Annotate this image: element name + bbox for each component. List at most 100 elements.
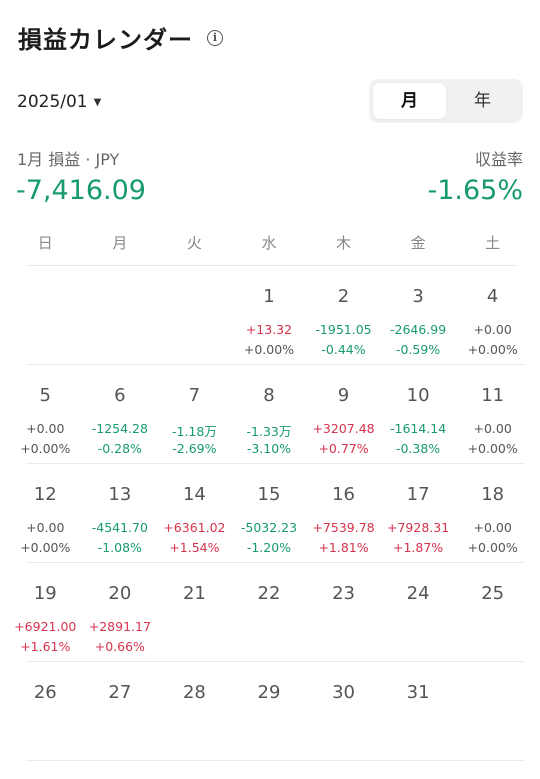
- day-pnl: -1.18万: [171, 424, 217, 439]
- calendar-day-cell[interactable]: 18 +0.00 +0.00%: [455, 464, 530, 562]
- day-pnl: +13.32: [245, 322, 293, 337]
- day-number: 13: [108, 484, 132, 505]
- calendar-day-cell[interactable]: 4 +0.00 +0.00%: [455, 266, 530, 364]
- calendar-day-cell[interactable]: 15 -5032.23 -1.20%: [232, 464, 307, 562]
- calendar-day-cell[interactable]: 25: [455, 563, 530, 661]
- calendar-day-cell[interactable]: 3 -2646.99 -0.59%: [381, 266, 456, 364]
- tab-year[interactable]: 年: [446, 83, 519, 119]
- day-number: 15: [257, 484, 281, 505]
- calendar-week-row: 1 +13.32 +0.00% 2 -1951.05 -0.44% 3 -2646.99 -0.…: [26, 266, 525, 365]
- calendar-day-cell[interactable]: 23: [306, 563, 381, 661]
- calendar-day-cell[interactable]: 27: [83, 662, 158, 760]
- day-number: 9: [337, 385, 350, 406]
- calendar-day-cell[interactable]: 5 +0.00 +0.00%: [8, 365, 83, 463]
- day-return-rate: +0.66%: [94, 639, 145, 654]
- calendar-day-cell[interactable]: 31: [381, 662, 456, 760]
- calendar-day-cell[interactable]: 17 +7928.31 +1.87%: [381, 464, 456, 562]
- calendar-day-cell: [157, 266, 232, 364]
- calendar-day-cell[interactable]: 29: [232, 662, 307, 760]
- day-number: 16: [332, 484, 355, 505]
- calendar-day-cell[interactable]: 10 -1614.14 -0.38%: [381, 365, 456, 463]
- calendar-day-cell[interactable]: 11 +0.00 +0.00%: [455, 365, 530, 463]
- day-pnl: -1951.05: [315, 322, 372, 337]
- day-return-rate: +1.61%: [20, 639, 71, 654]
- day-number: 29: [257, 682, 281, 703]
- day-pnl: +7928.31: [387, 520, 450, 535]
- calendar-day-cell[interactable]: 8 -1.33万 -3.10%: [232, 365, 307, 463]
- day-number: 3: [412, 286, 424, 307]
- calendar-day-cell[interactable]: 21: [157, 563, 232, 661]
- calendar-day-cell[interactable]: 6 -1254.28 -0.28%: [83, 365, 158, 463]
- calendar-day-cell: [455, 662, 530, 760]
- calendar-day-cell[interactable]: 24: [381, 563, 456, 661]
- day-pnl: +0.00: [473, 520, 512, 535]
- pnl-label: 1月 損益 · JPY: [17, 150, 120, 169]
- day-number: 30: [332, 682, 355, 703]
- weekday-label: 土: [485, 234, 501, 252]
- rate-label: 収益率: [474, 150, 523, 169]
- weekday-header: 日 月 火 水 木 金 土: [8, 232, 530, 253]
- page-title: 損益カレンダー: [18, 26, 193, 54]
- day-number: 1: [263, 286, 275, 307]
- day-return-rate: +1.87%: [393, 540, 444, 555]
- day-number: 6: [114, 385, 126, 406]
- weekday-label: 月: [112, 234, 128, 252]
- day-number: 19: [33, 583, 57, 604]
- caret-down-icon: ▼: [93, 96, 102, 108]
- day-number: 27: [108, 682, 132, 703]
- info-icon[interactable]: i: [207, 29, 223, 46]
- calendar-day-cell[interactable]: 13 -4541.70 -1.08%: [83, 464, 158, 562]
- weekday-label: 木: [336, 234, 352, 252]
- day-pnl: +7539.78: [312, 520, 375, 535]
- day-number: 18: [481, 484, 505, 505]
- calendar-day-cell[interactable]: 12 +0.00 +0.00%: [8, 464, 83, 562]
- calendar-day-cell: [8, 266, 83, 364]
- calendar-day-cell[interactable]: 9 +3207.48 +0.77%: [306, 365, 381, 463]
- day-number: 5: [39, 385, 51, 406]
- day-pnl: +6921.00: [14, 619, 77, 634]
- day-pnl: +0.00: [26, 421, 65, 436]
- calendar-day-cell[interactable]: 26: [8, 662, 83, 760]
- day-pnl: -2646.99: [389, 322, 447, 337]
- pnl-value: -7,416.09: [16, 175, 146, 206]
- month-selector[interactable]: 2025/01 ▼: [17, 92, 101, 112]
- calendar-day-cell[interactable]: 14 +6361.02 +1.54%: [157, 464, 232, 562]
- day-return-rate: +0.00%: [467, 441, 518, 456]
- period-toggle: 月 年: [369, 79, 523, 123]
- day-pnl: -4541.70: [91, 520, 148, 535]
- day-pnl: +0.00: [473, 322, 512, 337]
- calendar-day-cell[interactable]: 20 +2891.17 +0.66%: [83, 563, 158, 661]
- day-number: 26: [33, 682, 57, 703]
- calendar-week-row: 5 +0.00 +0.00% 6 -1254.28 -0.28% 7 -1.18万 -2.69%…: [20, 365, 525, 464]
- calendar-week-row: 12 +0.00 +0.00% 13 -4541.70 -1.08% 14 +6361.02 +…: [20, 464, 525, 563]
- calendar-day-cell[interactable]: 7 -1.18万 -2.69%: [157, 365, 232, 463]
- calendar-day-cell[interactable]: 19 +6921.00 +1.61%: [8, 563, 83, 661]
- day-return-rate: +0.77%: [318, 441, 369, 456]
- tab-month[interactable]: 月: [373, 83, 446, 119]
- day-return-rate: +0.00%: [467, 540, 518, 555]
- day-return-rate: +0.00%: [20, 540, 71, 555]
- calendar-day-cell[interactable]: 1 +13.32 +0.00%: [232, 266, 307, 364]
- calendar-grid: 1 +13.32 +0.00% 2 -1951.05 -0.44% 3 -2646.99 -0.…: [8, 266, 530, 761]
- calendar-day-cell[interactable]: 30: [306, 662, 381, 760]
- day-number: 2: [337, 286, 350, 307]
- calendar-day-cell[interactable]: 28: [157, 662, 232, 760]
- day-return-rate: -0.28%: [97, 441, 142, 456]
- calendar-day-cell[interactable]: 16 +7539.78 +1.81%: [306, 464, 381, 562]
- day-pnl: +3207.48: [312, 421, 375, 436]
- day-number: 21: [182, 583, 206, 604]
- weekday-label: 水: [261, 234, 277, 252]
- day-number: 4: [486, 286, 499, 307]
- calendar-day-cell[interactable]: 22: [232, 563, 307, 661]
- day-number: 8: [263, 385, 275, 406]
- day-number: 7: [188, 385, 201, 406]
- calendar-week-row: 26 27 28 29 30 31: [26, 662, 525, 761]
- day-pnl: +0.00: [473, 421, 512, 436]
- day-number: 24: [406, 583, 430, 604]
- weekday-label: 日: [37, 234, 53, 252]
- calendar-day-cell[interactable]: 2 -1951.05 -0.44%: [306, 266, 381, 364]
- calendar-week-row: 19 +6921.00 +1.61% 20 +2891.17 +0.66% 21 22 23 24…: [14, 563, 525, 662]
- day-pnl: -1.33万: [246, 424, 292, 439]
- day-return-rate: -0.59%: [395, 342, 441, 357]
- day-return-rate: +0.00%: [467, 342, 518, 357]
